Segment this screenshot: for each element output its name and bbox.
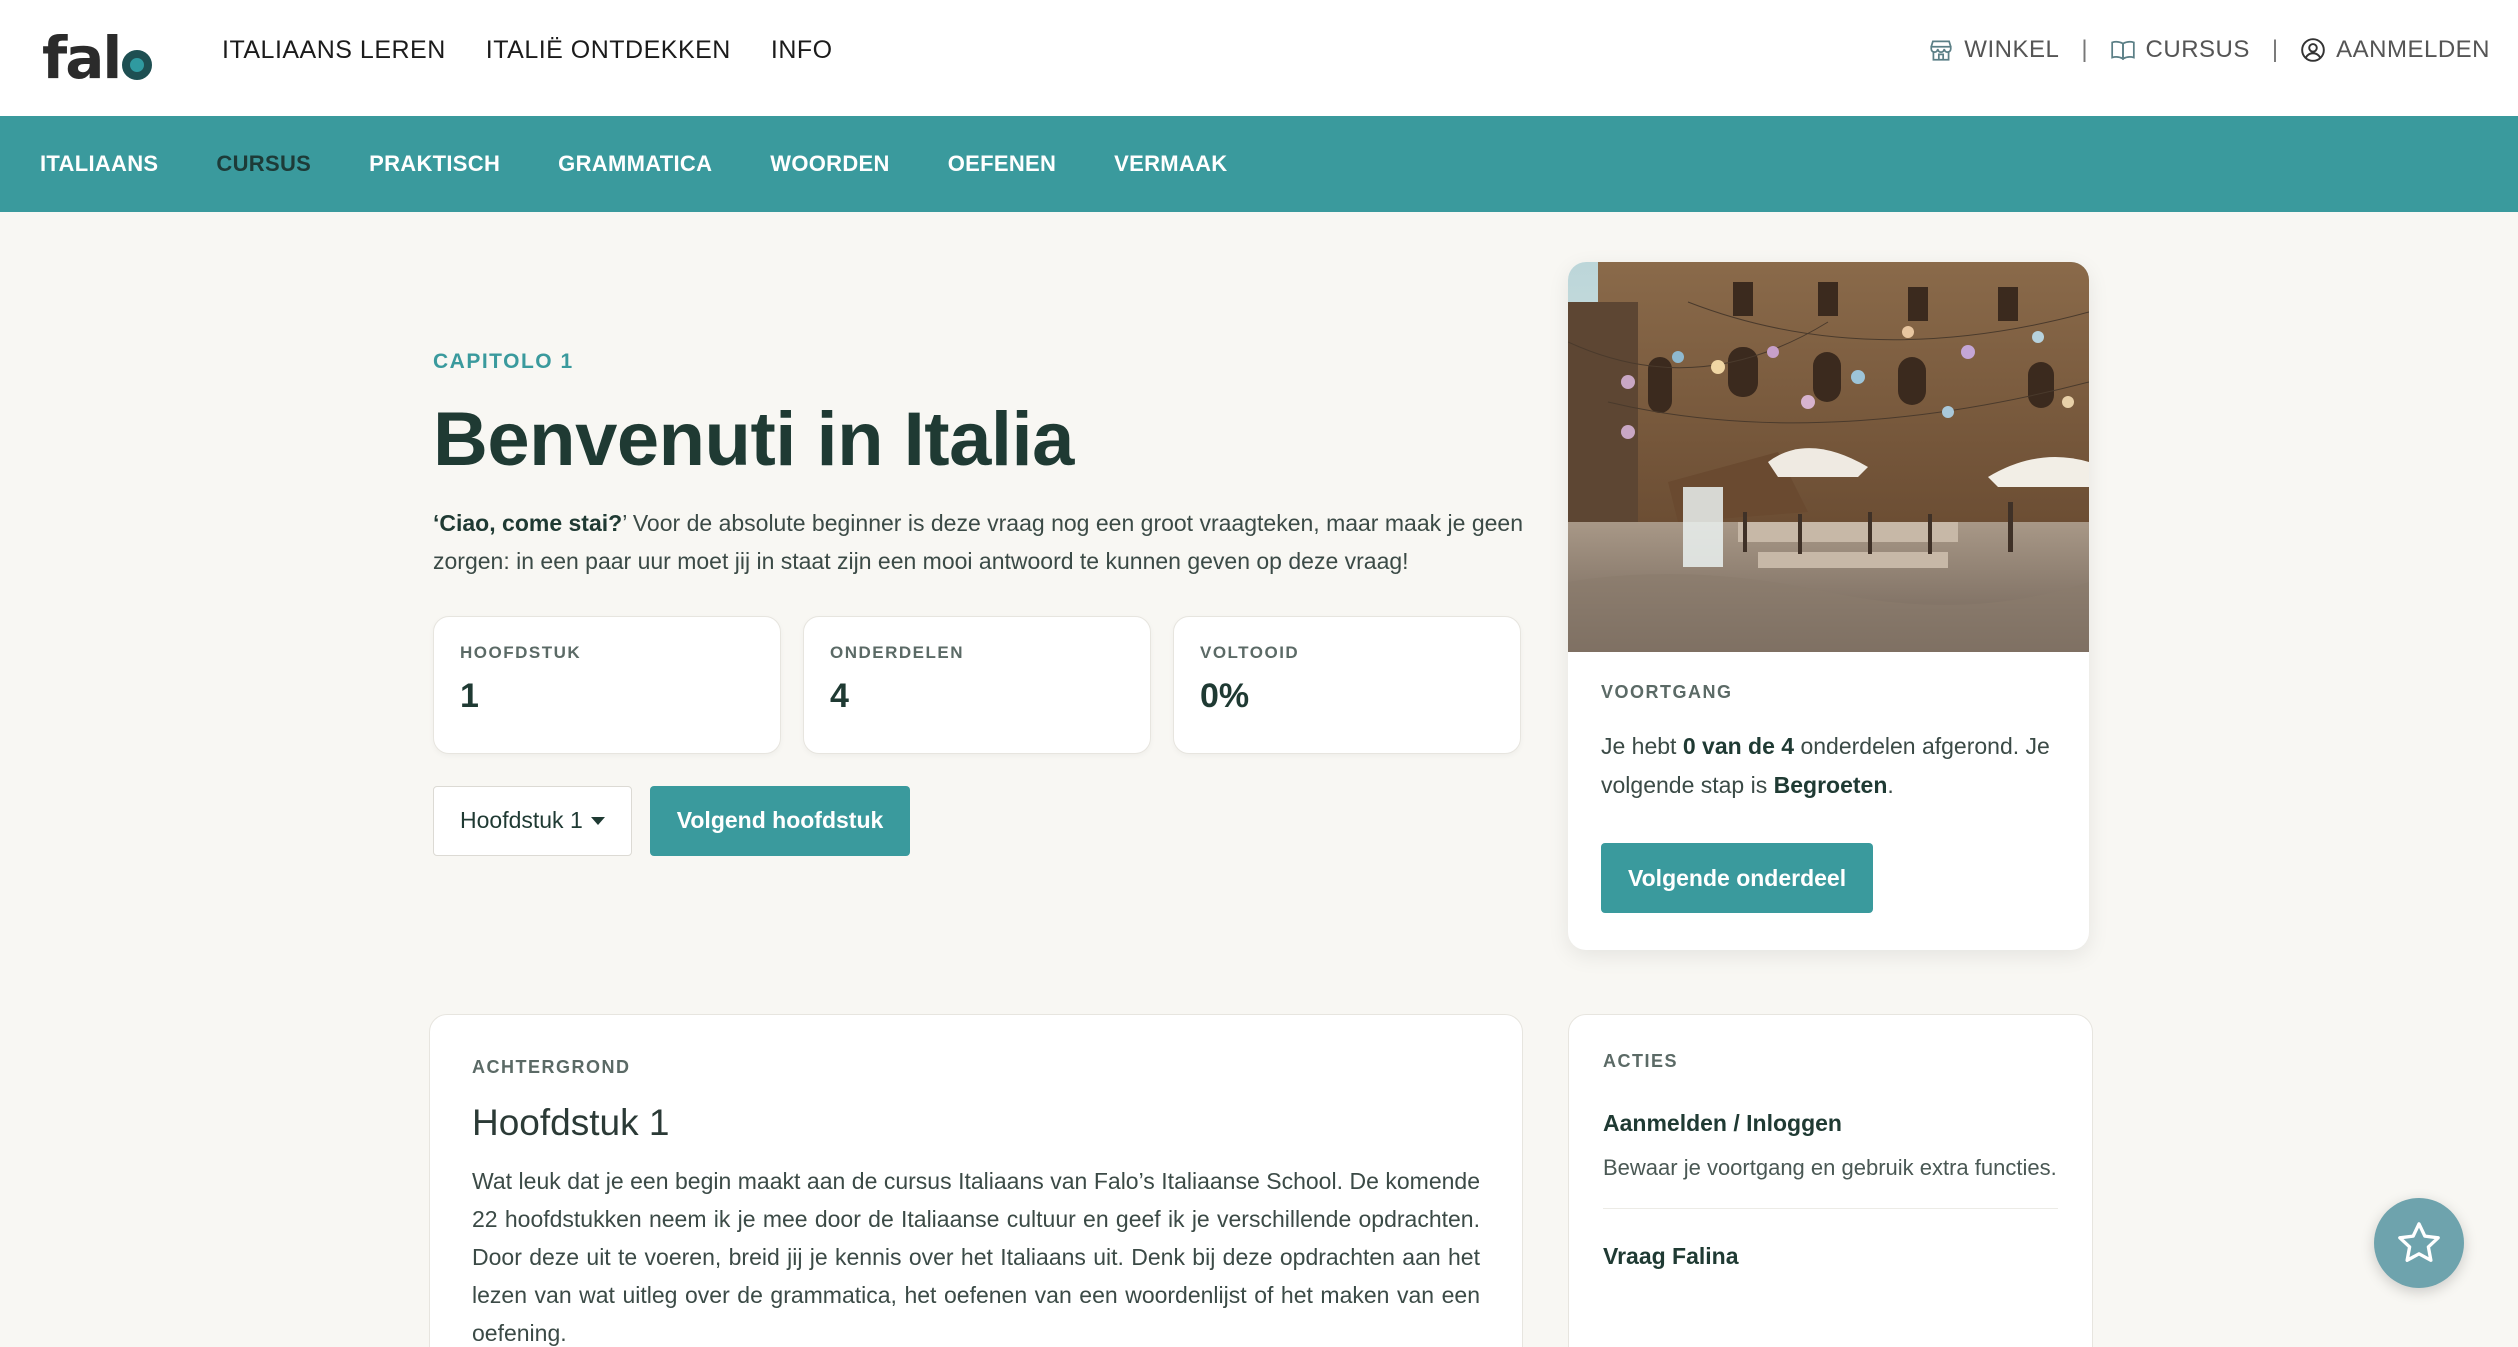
stat-value: 4 — [830, 676, 849, 715]
stat-value: 1 — [460, 676, 479, 715]
logo-o-dot — [122, 50, 153, 80]
progress-text-3: . — [1887, 772, 1894, 798]
top-header: fal ITALIAANS LEREN ITALIË ONTDEKKEN INF… — [0, 0, 2518, 116]
actions-label: ACTIES — [1603, 1051, 1679, 1071]
stat-value: 0% — [1200, 676, 1250, 715]
logo-text: fal — [42, 24, 122, 92]
login-label: AANMELDEN — [2336, 36, 2490, 63]
intro-quote: ‘Ciao, come stai? — [433, 509, 623, 536]
chapter-actions: Hoofdstuk 1 Volgend hoofdstuk — [433, 785, 1523, 856]
falo-logo[interactable]: fal — [42, 24, 153, 92]
chapter-intro: ‘Ciao, come stai?’ Voor de absolute begi… — [433, 504, 1523, 580]
chapter-select-dropdown[interactable]: Hoofdstuk 1 — [433, 785, 632, 856]
chapter-hero: CAPITOLO 1 Benvenuti in Italia ‘Ciao, co… — [433, 350, 1523, 856]
stat-card-onderdelen: ONDERDELEN 4 — [803, 615, 1151, 754]
subnav-cursus[interactable]: CURSUS — [216, 151, 311, 177]
login-link[interactable]: AANMELDEN — [2300, 36, 2490, 64]
action-title: Vraag Falina — [1603, 1243, 1739, 1269]
caret-down-icon — [590, 816, 605, 825]
progress-label: VOORTGANG — [1601, 682, 1733, 702]
subnav-grammatica[interactable]: GRAMMATICA — [558, 151, 712, 177]
course-link[interactable]: CURSUS — [2110, 36, 2250, 64]
favorite-fab-button[interactable] — [2374, 1198, 2464, 1288]
action-ask-falina[interactable]: Vraag Falina — [1603, 1243, 2058, 1292]
store-icon — [1930, 40, 1952, 61]
chapter-stats: HOOFDSTUK 1 ONDERDELEN 4 VOLTOOID 0% — [433, 615, 1523, 754]
shop-link[interactable]: WINKEL — [1928, 36, 2059, 64]
course-label: CURSUS — [2145, 36, 2250, 63]
next-step-name: Begroeten — [1773, 772, 1888, 798]
background-text: Wat leuk dat je een begin maakt aan de c… — [472, 1168, 1480, 1346]
page-title: Benvenuti in Italia — [433, 397, 1074, 482]
action-description: Bewaar je voortgang en gebruik extra fun… — [1603, 1155, 2057, 1180]
nav-italiaans-leren[interactable]: ITALIAANS LEREN — [222, 36, 446, 65]
progress-card: VOORTGANG Je hebt 0 van de 4 onderdelen … — [1568, 262, 2089, 950]
stat-label: VOLTOOID — [1200, 642, 1300, 662]
user-circle-icon — [2301, 38, 2325, 62]
stat-label: ONDERDELEN — [830, 642, 965, 662]
separator: | — [2081, 36, 2088, 63]
utility-nav: WINKEL | CURSUS | AANMELDEN — [1928, 36, 2490, 64]
nav-italie-ontdekken[interactable]: ITALIË ONTDEKKEN — [486, 36, 731, 65]
actions-card: ACTIES Aanmelden / Inloggen Bewaar je vo… — [1568, 1014, 2093, 1347]
shop-label: WINKEL — [1964, 36, 2060, 63]
stat-label: HOOFDSTUK — [460, 642, 582, 662]
italian-piazza-image — [1568, 262, 2089, 652]
subnav-woorden[interactable]: WOORDEN — [770, 151, 889, 177]
book-icon — [2110, 40, 2135, 61]
nav-info[interactable]: INFO — [771, 36, 833, 65]
separator: | — [2271, 36, 2279, 63]
chapter-eyebrow: CAPITOLO 1 — [433, 350, 574, 373]
subnav-vermaak[interactable]: VERMAAK — [1114, 151, 1227, 177]
next-part-button[interactable]: Volgende onderdeel — [1601, 843, 1874, 913]
progress-text: Je hebt 0 van de 4 onderdelen afgerond. … — [1601, 727, 2056, 805]
progress-text-1: Je hebt — [1601, 733, 1683, 759]
action-title: Aanmelden / Inloggen — [1603, 1110, 1842, 1136]
stat-card-voltooid: VOLTOOID 0% — [1173, 615, 1521, 754]
progress-count: 0 van de 4 — [1682, 733, 1795, 759]
progress-body: VOORTGANG Je hebt 0 van de 4 onderdelen … — [1568, 652, 2089, 943]
subnav-oefenen[interactable]: OEFENEN — [948, 151, 1056, 177]
stat-card-hoofdstuk: HOOFDSTUK 1 — [433, 615, 781, 754]
background-label: ACHTERGROND — [472, 1057, 631, 1077]
subnav-praktisch[interactable]: PRAKTISCH — [369, 151, 500, 177]
next-chapter-button[interactable]: Volgend hoofdstuk — [649, 785, 911, 856]
subnav-italiaans[interactable]: ITALIAANS — [40, 151, 158, 177]
action-login[interactable]: Aanmelden / Inloggen Bewaar je voortgang… — [1603, 1110, 2058, 1209]
course-subnav: ITALIAANS CURSUS PRAKTISCH GRAMMATICA WO… — [0, 116, 2518, 212]
chapter-select-label: Hoofdstuk 1 — [460, 807, 583, 834]
main-nav: ITALIAANS LEREN ITALIË ONTDEKKEN INFO — [222, 36, 833, 65]
background-card: ACHTERGROND Hoofdstuk 1 Wat leuk dat je … — [429, 1014, 1523, 1347]
background-title: Hoofdstuk 1 — [472, 1102, 670, 1143]
star-icon — [2398, 1222, 2440, 1262]
